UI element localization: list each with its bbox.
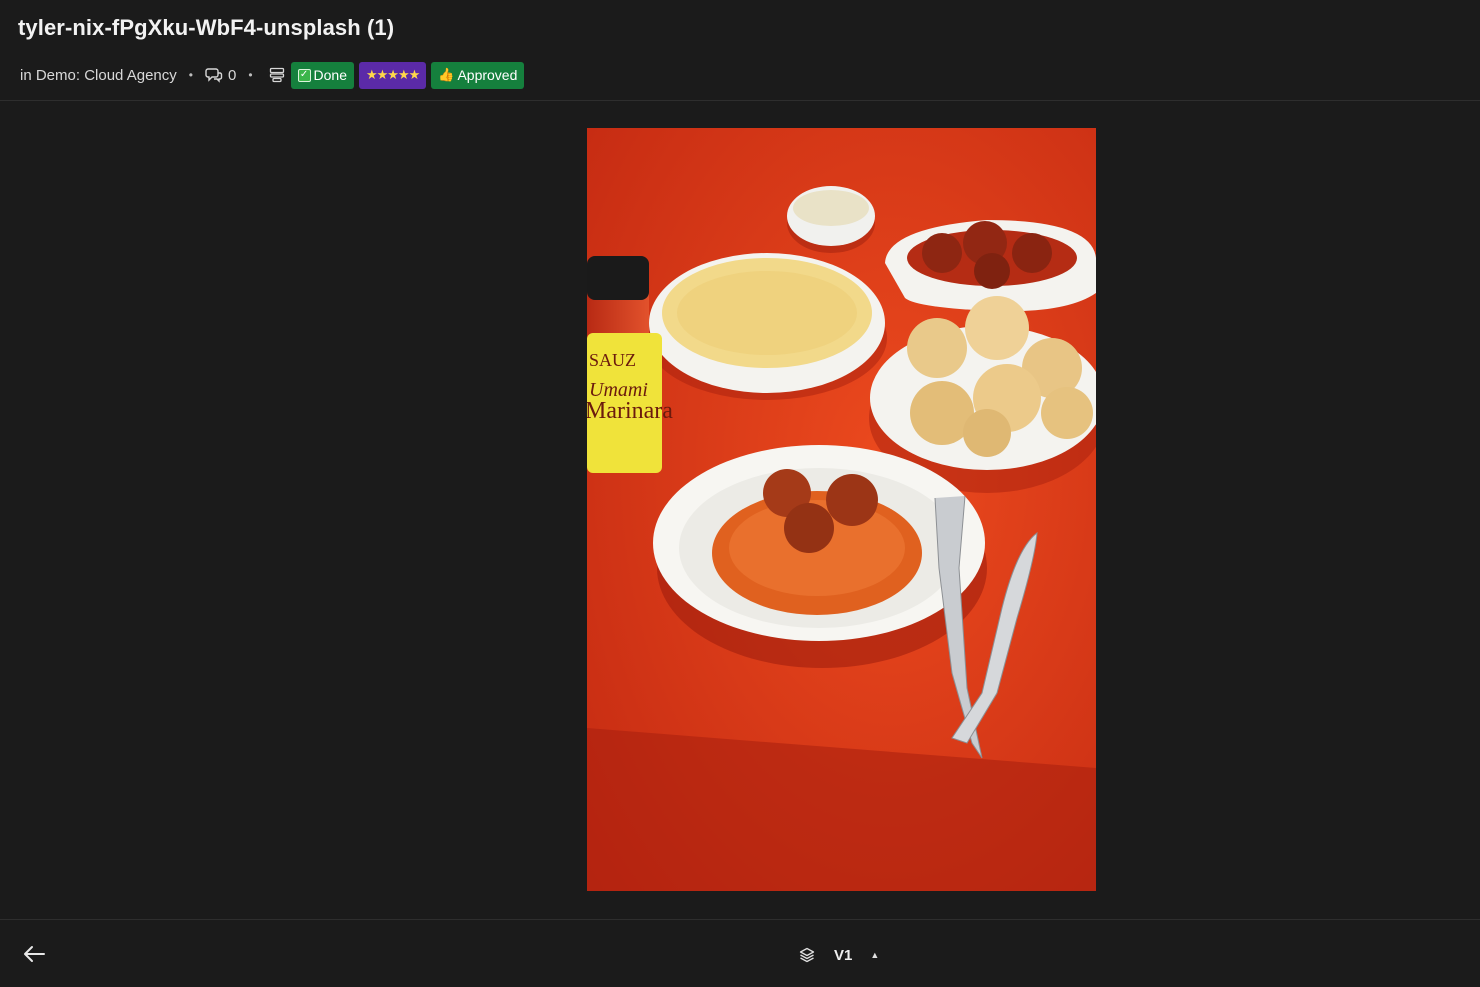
separator-dot: •	[248, 68, 253, 82]
arrow-left-icon	[24, 946, 45, 962]
viewer-footer: V1 ▲	[0, 919, 1480, 987]
thumbs-up-icon: 👍	[438, 67, 455, 82]
separator-dot: •	[188, 68, 193, 82]
comment-count: 0	[227, 66, 237, 84]
rating-tag[interactable]: ★★★★★	[358, 61, 427, 89]
status-list-icon	[269, 67, 284, 83]
asset-image: SAUZ Umami Marinara	[587, 128, 1096, 891]
rating-stars: ★★★★★	[365, 67, 420, 82]
status-tag-done[interactable]: ✓ Done	[290, 61, 354, 89]
asset-header: tyler-nix-fPgXku-WbF4-unsplash (1) in De…	[0, 0, 1480, 101]
status-tag-label: Done	[313, 67, 347, 83]
layers-icon	[799, 947, 815, 963]
location-link[interactable]: in Demo: Cloud Agency	[20, 67, 177, 84]
approval-tag[interactable]: 👍 Approved	[431, 61, 525, 89]
approval-tag-label: Approved	[457, 67, 518, 83]
asset-title: tyler-nix-fPgXku-WbF4-unsplash (1)	[18, 15, 395, 40]
version-label: V1	[834, 946, 853, 964]
status-menu-button[interactable]	[269, 67, 285, 83]
asset-meta-bar: in Demo: Cloud Agency • 0 • ✓ Done ★★★★★…	[20, 61, 529, 89]
back-button[interactable]	[22, 945, 46, 968]
comments-button[interactable]: 0	[205, 67, 236, 84]
asset-viewer: SAUZ Umami Marinara	[0, 101, 1480, 919]
caret-up-icon: ▲	[870, 950, 880, 960]
check-box-icon: ✓	[297, 68, 311, 82]
comment-icon	[205, 68, 223, 83]
jar-line2: Marinara	[587, 398, 673, 424]
jar-brand: SAUZ	[589, 350, 636, 370]
version-selector[interactable]: V1 ▲	[799, 944, 879, 966]
food-photo: SAUZ Umami Marinara	[587, 128, 1096, 891]
